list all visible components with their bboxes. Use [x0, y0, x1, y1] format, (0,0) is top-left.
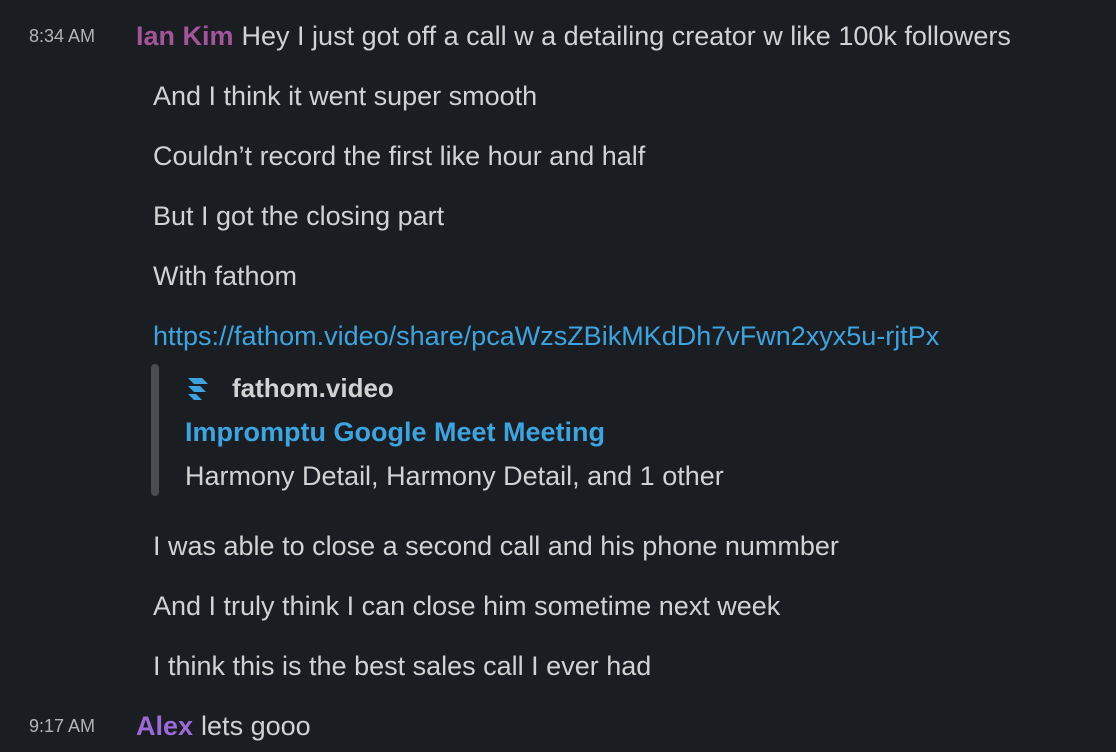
username-ian-kim[interactable]: Ian Kim	[136, 21, 234, 51]
unfurl-site-row: fathom.video	[185, 368, 394, 408]
message-timestamp[interactable]: 9:17 AM	[29, 706, 95, 746]
message-text: lets gooo	[201, 711, 311, 741]
message-link-line: https://fathom.video/share/pcaWzsZBikMKd…	[153, 316, 939, 356]
unfurl-accent-bar	[151, 364, 159, 496]
message-first-line: Alex lets gooo	[136, 706, 311, 746]
unfurl-site-name: fathom.video	[232, 373, 394, 403]
message-group-ian: 8:34 AM Ian Kim Hey I just got off a call…	[0, 16, 1116, 56]
message-text: I was able to close a second call and hi…	[153, 531, 839, 561]
username-alex[interactable]: Alex	[136, 711, 193, 741]
message-text: Couldn’t record the first like hour and …	[153, 141, 646, 171]
link-unfurl: fathom.video Impromptu Google Meet Meeti…	[151, 364, 851, 496]
fathom-share-link[interactable]: https://fathom.video/share/pcaWzsZBikMKd…	[153, 321, 939, 351]
message-first-line: Ian Kim Hey I just got off a call w a det…	[136, 16, 1011, 56]
message-text: I think this is the best sales call I ev…	[153, 651, 652, 681]
message-timestamp[interactable]: 8:34 AM	[29, 16, 95, 56]
unfurl-title-link[interactable]: Impromptu Google Meet Meeting	[185, 412, 605, 452]
message-text: But I got the closing part	[153, 201, 445, 231]
message-list: 8:34 AM Ian Kim Hey I just got off a call…	[0, 0, 1116, 752]
unfurl-description: Harmony Detail, Harmony Detail, and 1 ot…	[185, 461, 724, 491]
message-text: Hey I just got off a call w a detailing …	[241, 21, 1011, 51]
message-group-alex: 9:17 AM Alex lets gooo	[0, 706, 1116, 746]
message-text: And I truly think I can close him someti…	[153, 591, 781, 621]
message-text: With fathom	[153, 261, 298, 291]
message-text: And I think it went super smooth	[153, 81, 538, 111]
fathom-logo-icon	[185, 375, 211, 401]
